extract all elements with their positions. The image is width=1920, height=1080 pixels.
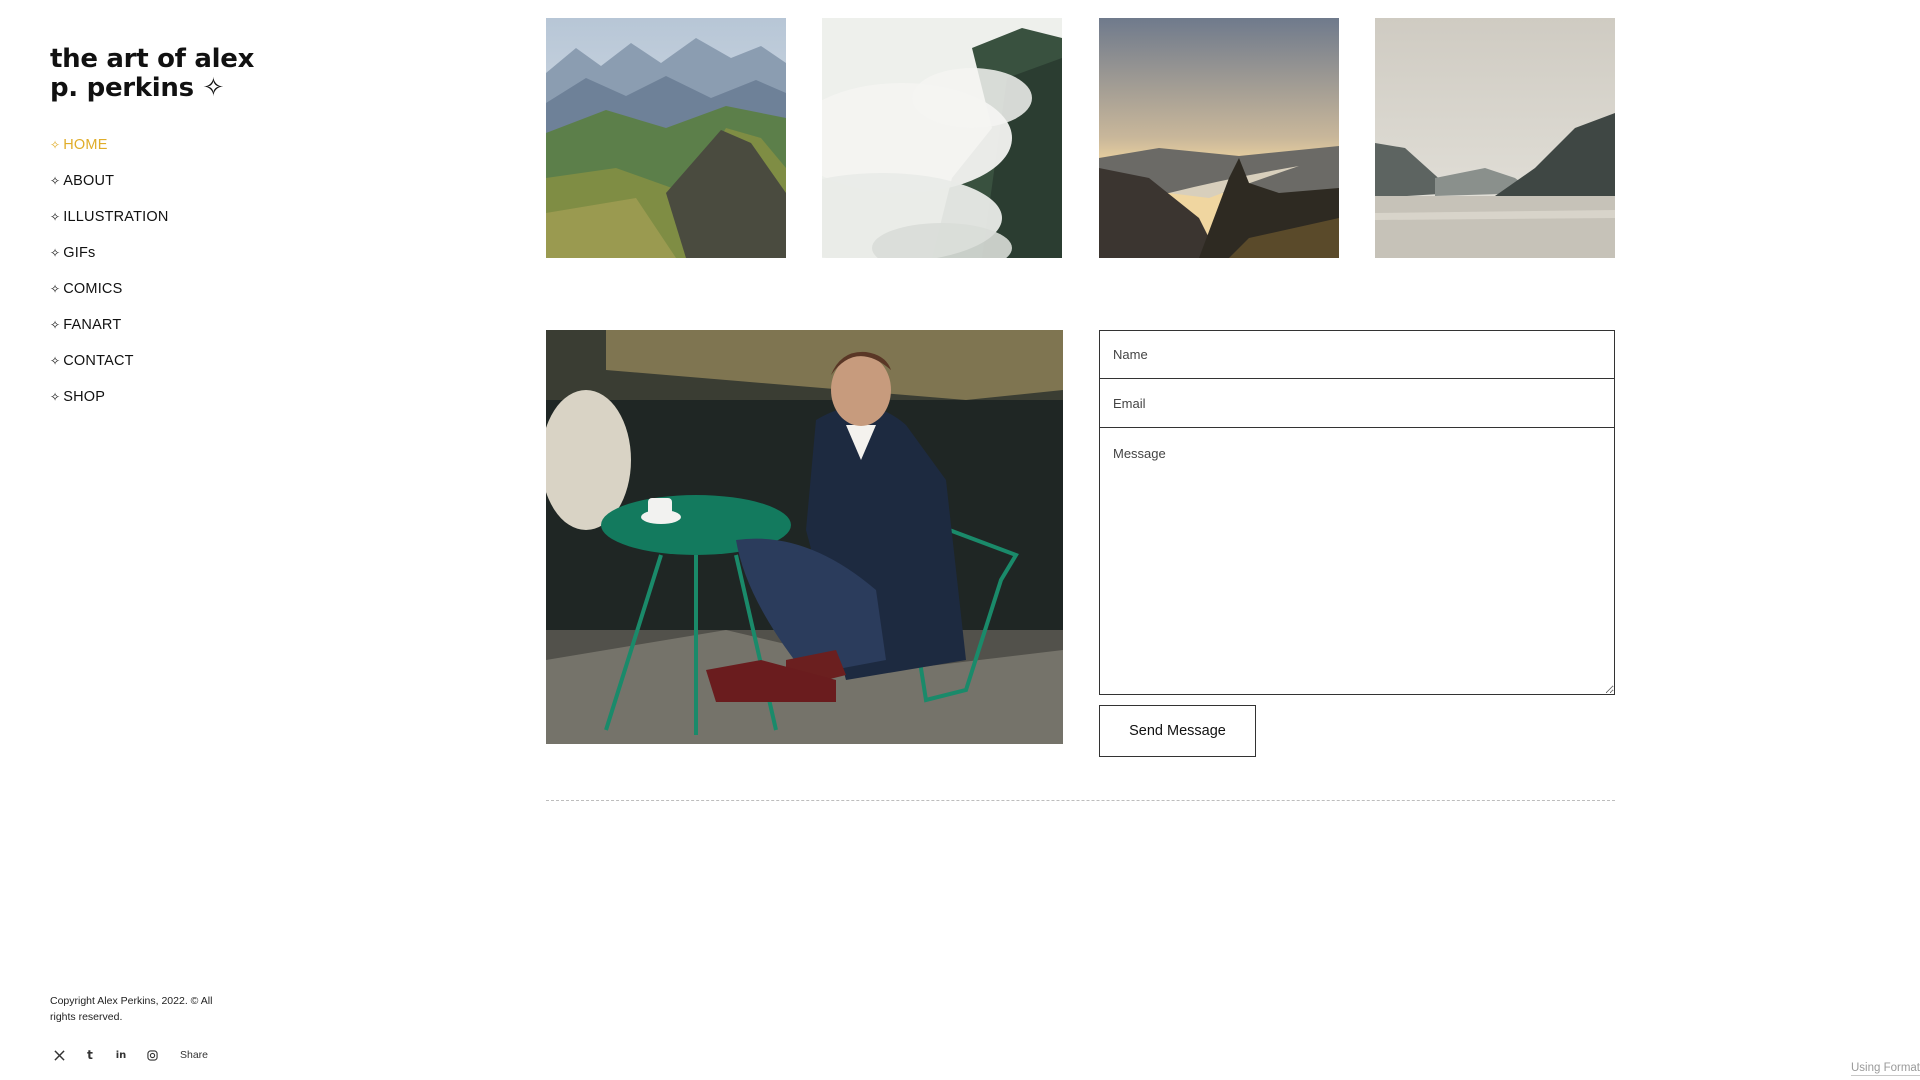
main-nav: ✧ HOME ✧ ABOUT ✧ ILLUSTRATION ✧ GIFs ✧ COMICS… (50, 135, 169, 423)
contact-form: Send Message (1099, 330, 1615, 757)
instagram-icon[interactable] (143, 1047, 161, 1063)
lake-mountains-photo (1375, 18, 1615, 258)
sparkle-icon: ✧ (50, 354, 61, 368)
nav-item-contact[interactable]: ✧ CONTACT (50, 351, 169, 387)
linkedin-icon[interactable]: in (112, 1047, 130, 1063)
nav-item-about[interactable]: ✧ ABOUT (50, 171, 169, 207)
format-credit-link[interactable]: Using Format (1850, 1062, 1920, 1076)
email-field[interactable] (1099, 379, 1615, 428)
nav-item-label: HOME (63, 137, 108, 153)
nav-item-label: ILLUSTRATION (63, 209, 169, 225)
nav-item-label: GIFs (63, 245, 96, 261)
nav-item-comics[interactable]: ✧ COMICS (50, 279, 169, 315)
nav-item-shop[interactable]: ✧ SHOP (50, 387, 169, 423)
nav-item-fanart[interactable]: ✧ FANART (50, 315, 169, 351)
send-message-button[interactable]: Send Message (1099, 705, 1256, 757)
sidebar: the art of alex p. perkins ✧ ✧ HOME ✧ ABOU… (50, 0, 290, 1080)
gallery-image-lake-mountains[interactable] (1375, 18, 1615, 258)
foggy-forest-photo (822, 18, 1062, 258)
share-button[interactable]: Share (180, 1049, 208, 1061)
sparkle-icon: ✧ (50, 138, 61, 152)
sparkle-icon: ✧ (50, 210, 61, 224)
nav-item-label: SHOP (63, 389, 106, 405)
nav-item-label: COMICS (63, 281, 123, 297)
gallery-image-mountain-ridge[interactable] (546, 18, 786, 258)
tumblr-icon[interactable]: t (81, 1047, 99, 1063)
mountain-ridge-photo (546, 18, 786, 258)
nav-item-label: FANART (63, 317, 122, 333)
sparkle-icon: ✧ (50, 318, 61, 332)
sparkle-icon: ✧ (50, 174, 61, 188)
nav-item-label: CONTACT (63, 353, 134, 369)
nav-item-label: ABOUT (63, 173, 115, 189)
name-field[interactable] (1099, 330, 1615, 379)
message-field[interactable] (1099, 428, 1615, 695)
sunset-valley-river-photo (1099, 18, 1339, 258)
nav-item-illustration[interactable]: ✧ ILLUSTRATION (50, 207, 169, 243)
section-divider (546, 800, 1615, 801)
nav-item-home[interactable]: ✧ HOME (50, 135, 169, 171)
site-title[interactable]: the art of alex p. perkins ✧ (50, 45, 280, 103)
nav-item-gifs[interactable]: ✧ GIFs (50, 243, 169, 279)
man-at-cafe-table-photo (546, 330, 1063, 744)
sparkle-icon: ✧ (50, 390, 61, 404)
gallery-image-foggy-forest[interactable] (822, 18, 1062, 258)
x-icon[interactable] (50, 1047, 68, 1063)
social-links: t in Share (50, 1047, 208, 1063)
copyright-text: Copyright Alex Perkins, 2022. © All righ… (50, 995, 213, 1023)
portrait-photo (546, 330, 1063, 744)
sparkle-icon: ✧ (50, 246, 61, 260)
sparkle-icon: ✧ (50, 282, 61, 296)
gallery-image-sunset-valley[interactable] (1099, 18, 1339, 258)
